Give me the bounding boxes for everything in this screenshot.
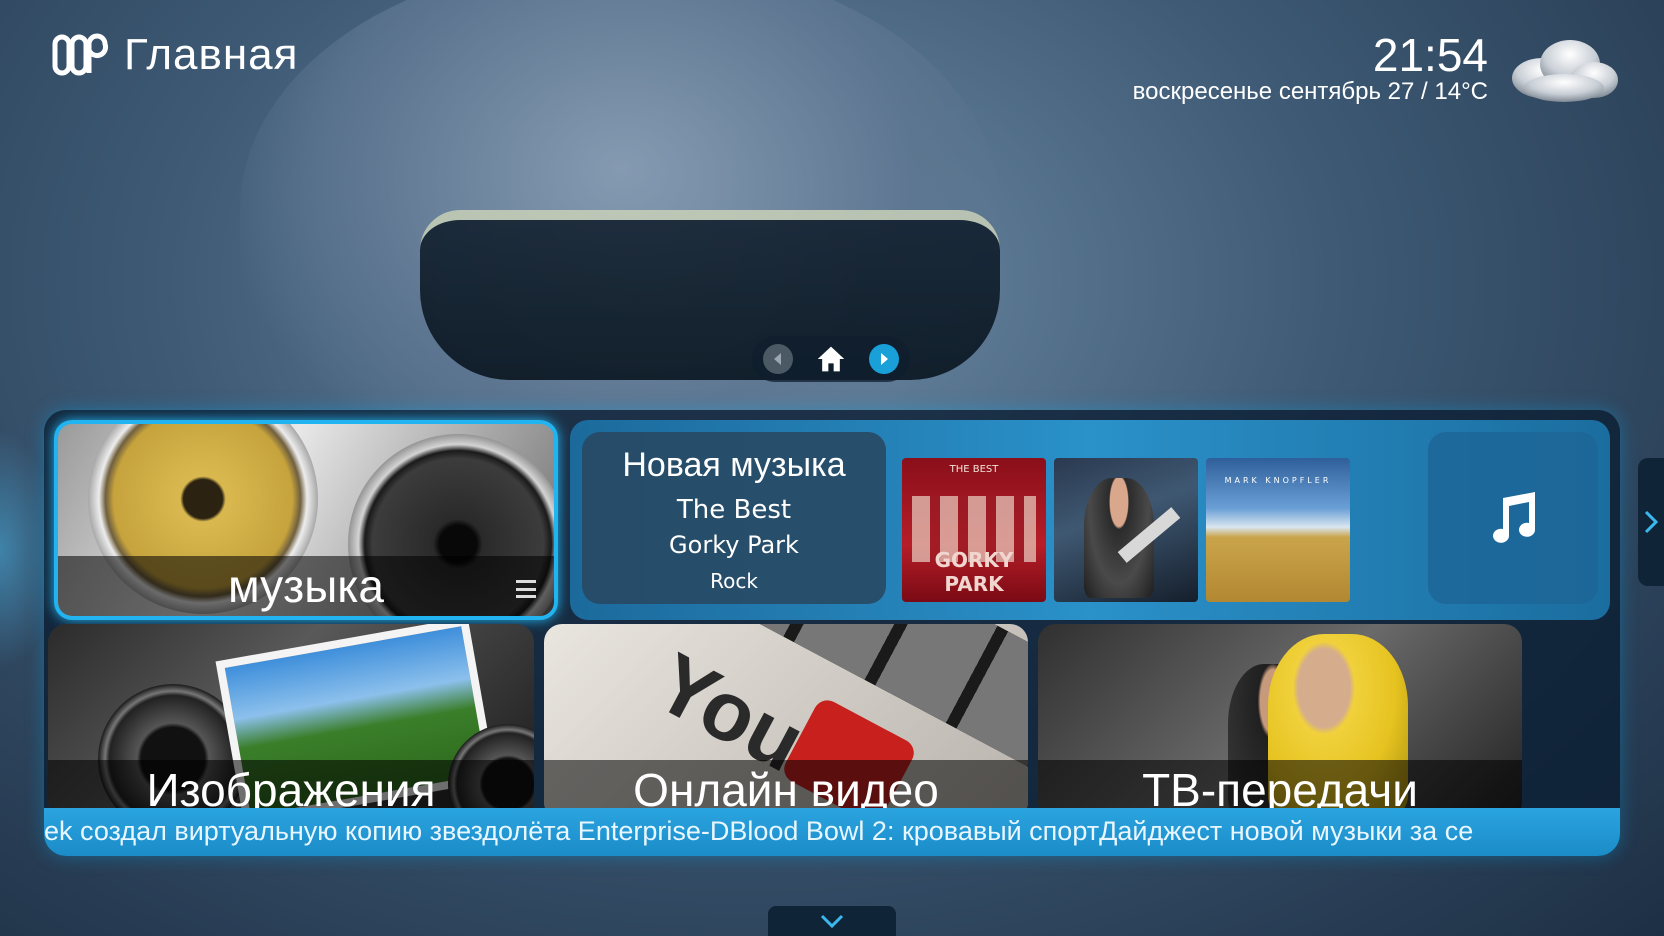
tv-shows-tile[interactable]: ТВ-передачи	[1038, 624, 1522, 820]
header-logo: Главная	[52, 30, 298, 80]
album-cover-top-text: MARK KNOPFLER	[1224, 476, 1332, 485]
date-weather: воскресенье сентябрь 27 / 14°C	[1132, 78, 1488, 105]
album-cover-gorky-park[interactable]: THE BEST GORKY PARK	[902, 458, 1046, 602]
app-logo-icon	[52, 33, 109, 76]
album-cover-guitarist[interactable]	[1054, 458, 1198, 602]
music-library-button[interactable]	[1428, 432, 1598, 604]
album-cover-caption: GORKY PARK	[934, 548, 1014, 596]
album-cover-top-text: THE BEST	[949, 464, 999, 475]
music-tile[interactable]: музыка	[54, 420, 558, 620]
main-panel: музыка Новая музыка The Best Gorky Park …	[44, 410, 1620, 856]
new-music-strip: Новая музыка The Best Gorky Park Rock TH…	[570, 420, 1610, 620]
arrow-right-icon[interactable]	[868, 344, 899, 374]
music-tile-label: музыка	[58, 556, 554, 616]
arrow-left-icon[interactable]	[763, 344, 794, 374]
page-title: Главная	[124, 30, 299, 79]
music-note-icon	[1493, 492, 1535, 543]
new-music-card[interactable]: Новая музыка The Best Gorky Park Rock	[582, 432, 886, 604]
chevron-down-icon[interactable]	[768, 906, 896, 936]
background-sunglasses	[420, 210, 1000, 380]
cloud-icon	[1512, 40, 1618, 102]
chevron-right-icon[interactable]	[1638, 458, 1664, 586]
news-ticker[interactable]: ek создал виртуальную копию звездолёта E…	[44, 808, 1620, 856]
home-nav-pill	[752, 336, 910, 382]
menu-icon[interactable]	[516, 580, 536, 598]
new-music-album: The Best	[676, 495, 792, 525]
news-ticker-text: ek создал виртуальную копию звездолёта E…	[44, 816, 1474, 846]
new-music-title: Новая музыка	[622, 446, 846, 484]
online-video-tile[interactable]: You Онлайн видео	[544, 624, 1028, 820]
home-icon[interactable]	[816, 344, 846, 374]
new-music-artist: Gorky Park	[669, 531, 799, 559]
new-music-genre: Rock	[710, 569, 758, 593]
images-tile[interactable]: Изображения	[48, 624, 534, 820]
clock: 21:54	[1372, 29, 1488, 81]
album-cover-mark-knopfler[interactable]: MARK KNOPFLER	[1206, 458, 1350, 602]
